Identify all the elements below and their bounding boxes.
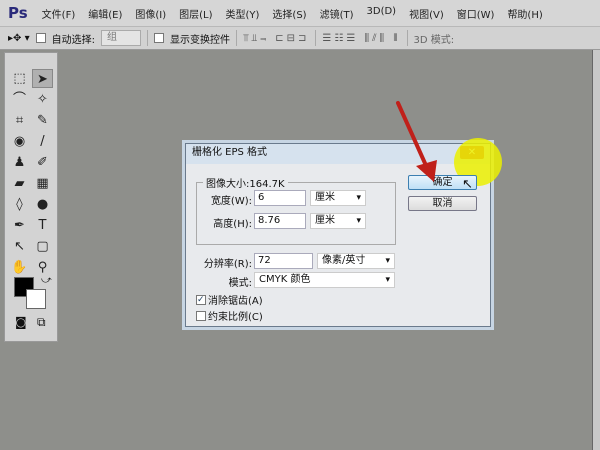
- annotation-arrow: [396, 101, 437, 182]
